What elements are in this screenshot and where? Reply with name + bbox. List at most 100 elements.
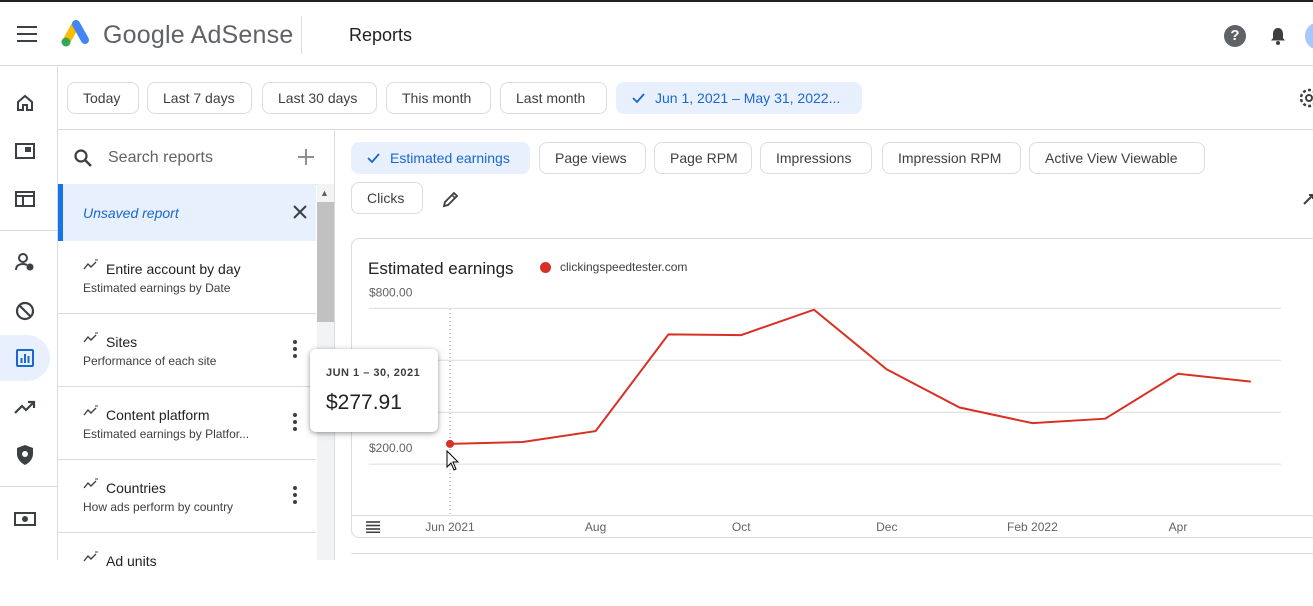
nav-home[interactable] xyxy=(0,80,50,126)
hamburger-menu-icon[interactable] xyxy=(17,26,37,42)
check-icon xyxy=(367,153,380,163)
chip-label: This month xyxy=(402,90,472,106)
nav-policy-center[interactable] xyxy=(0,432,50,478)
x-tick-label: Dec xyxy=(876,520,897,534)
nav-optimization[interactable] xyxy=(0,384,50,430)
chip-label: Today xyxy=(83,90,121,106)
x-tick-label: Feb 2022 xyxy=(1007,520,1058,534)
chip-label: Page views xyxy=(555,150,627,166)
add-report-icon[interactable] xyxy=(296,147,316,167)
earnings-line-chart[interactable]: $800.00 $200.00 Jun 2021 Aug Oct Dec Feb 2022 A… xyxy=(352,239,1313,539)
date-chip-today[interactable]: Today xyxy=(67,82,139,114)
nav-privacy-messaging[interactable] xyxy=(0,239,50,285)
metric-chip-impression-rpm[interactable]: Impression RPM xyxy=(882,142,1021,174)
rail-divider xyxy=(0,230,58,231)
trending-expand-icon[interactable] xyxy=(1303,190,1313,206)
trend-sparkle-icon xyxy=(83,405,98,416)
chip-label: Impressions xyxy=(776,150,852,166)
rail-divider xyxy=(0,486,58,487)
unsaved-report-label: Unsaved report xyxy=(83,205,179,221)
report-name: Content platform xyxy=(106,407,210,423)
date-chip-last-7-days[interactable]: Last 7 days xyxy=(147,82,252,114)
chip-label: Last 30 days xyxy=(278,90,358,106)
report-name: Ad units xyxy=(106,553,157,569)
tooltip-date: JUN 1 – 30, 2021 xyxy=(326,367,421,379)
date-range-bar: Today Last 7 days Last 30 days This mont… xyxy=(58,66,1313,130)
home-icon xyxy=(17,94,33,111)
date-chip-custom-range[interactable]: Jun 1, 2021 – May 31, 2022... xyxy=(616,82,862,114)
report-item-ad-units[interactable]: Ad units xyxy=(58,533,316,606)
report-search-row xyxy=(58,130,334,185)
search-icon[interactable] xyxy=(73,148,93,168)
adsense-logo[interactable] xyxy=(58,16,92,50)
header-divider xyxy=(301,16,302,54)
settings-gear-icon[interactable] xyxy=(1297,86,1313,110)
nav-blocking-controls[interactable] xyxy=(0,288,50,334)
y-tick-label: $800.00 xyxy=(369,285,413,299)
chip-label: Clicks xyxy=(367,190,405,206)
report-item-entire-account[interactable]: Entire account by day Estimated earnings… xyxy=(58,241,316,314)
metric-chip-impressions[interactable]: Impressions xyxy=(760,142,872,174)
nav-sites[interactable] xyxy=(0,128,50,174)
notifications-bell-icon[interactable] xyxy=(1268,26,1288,46)
more-options-icon[interactable] xyxy=(292,340,298,360)
table-view-icon[interactable] xyxy=(366,521,380,533)
sites-icon xyxy=(15,143,35,159)
report-item-content-platform[interactable]: Content platform Estimated earnings by P… xyxy=(58,387,316,460)
report-description: Estimated earnings by Platfor... xyxy=(83,427,250,441)
report-item-countries[interactable]: Countries How ads perform by country xyxy=(58,460,316,533)
block-icon xyxy=(15,301,35,321)
date-chip-this-month[interactable]: This month xyxy=(386,82,491,114)
metric-chip-active-view-viewable[interactable]: Active View Viewable xyxy=(1029,142,1205,174)
reports-icon xyxy=(16,349,34,367)
unsaved-report-item[interactable]: Unsaved report xyxy=(58,184,316,241)
nav-reports[interactable] xyxy=(0,335,50,381)
date-chip-last-month[interactable]: Last month xyxy=(500,82,607,114)
y-tick-label: $200.00 xyxy=(369,441,413,455)
scroll-up-arrow-icon[interactable]: ▲ xyxy=(320,188,329,198)
chip-label: Last month xyxy=(516,90,586,106)
trend-sparkle-icon xyxy=(83,478,98,489)
metric-selector-bar: Estimated earnings Page views Page RPM I… xyxy=(335,130,1313,240)
scrollbar-thumb[interactable] xyxy=(317,202,334,322)
more-options-icon[interactable] xyxy=(292,486,298,506)
chip-label: Active View Viewable xyxy=(1045,150,1178,166)
nav-ads[interactable] xyxy=(0,176,50,222)
chip-label: Page RPM xyxy=(670,150,738,166)
report-description: Estimated earnings by Date xyxy=(83,281,231,295)
date-chip-last-30-days[interactable]: Last 30 days xyxy=(262,82,377,114)
close-icon[interactable] xyxy=(291,203,309,221)
tooltip-value: $277.91 xyxy=(326,391,402,414)
card-footer-divider xyxy=(352,515,1313,516)
x-tick-label: Oct xyxy=(732,520,751,534)
chip-label: Impression RPM xyxy=(898,150,1002,166)
avatar[interactable] xyxy=(1305,22,1313,50)
chip-label: Last 7 days xyxy=(163,90,235,106)
x-tick-label: Apr xyxy=(1169,520,1188,534)
series-line xyxy=(449,308,1251,445)
metric-chip-page-views[interactable]: Page views xyxy=(539,142,646,174)
chip-label: Jun 1, 2021 – May 31, 2022... xyxy=(655,90,841,106)
metric-chip-page-rpm[interactable]: Page RPM xyxy=(654,142,752,174)
edit-pencil-icon[interactable] xyxy=(442,190,460,208)
metric-chip-estimated-earnings[interactable]: Estimated earnings xyxy=(351,142,530,174)
trend-sparkle-icon xyxy=(83,551,98,562)
metric-chip-clicks[interactable]: Clicks xyxy=(351,182,423,214)
x-tick-label: Jun 2021 xyxy=(425,520,475,534)
report-item-sites[interactable]: Sites Performance of each site xyxy=(58,314,316,387)
help-icon[interactable]: ? xyxy=(1224,25,1246,47)
shield-icon xyxy=(17,445,33,465)
x-tick-label: Aug xyxy=(585,520,606,534)
report-name: Entire account by day xyxy=(106,261,241,277)
ads-icon xyxy=(15,191,35,207)
nav-payments[interactable] xyxy=(0,496,50,542)
payments-icon xyxy=(14,512,36,526)
reports-side-panel: Unsaved report Entire account by day Est… xyxy=(58,130,335,569)
chip-label: Estimated earnings xyxy=(390,150,510,166)
top-app-bar: Google AdSense Reports ? xyxy=(0,0,1313,66)
mouse-cursor-icon xyxy=(446,450,460,471)
chart-card: Estimated earnings clickingspeedtester.c… xyxy=(351,238,1313,538)
page-title: Reports xyxy=(349,25,413,45)
search-reports-input[interactable] xyxy=(106,146,280,170)
more-options-icon[interactable] xyxy=(292,413,298,433)
